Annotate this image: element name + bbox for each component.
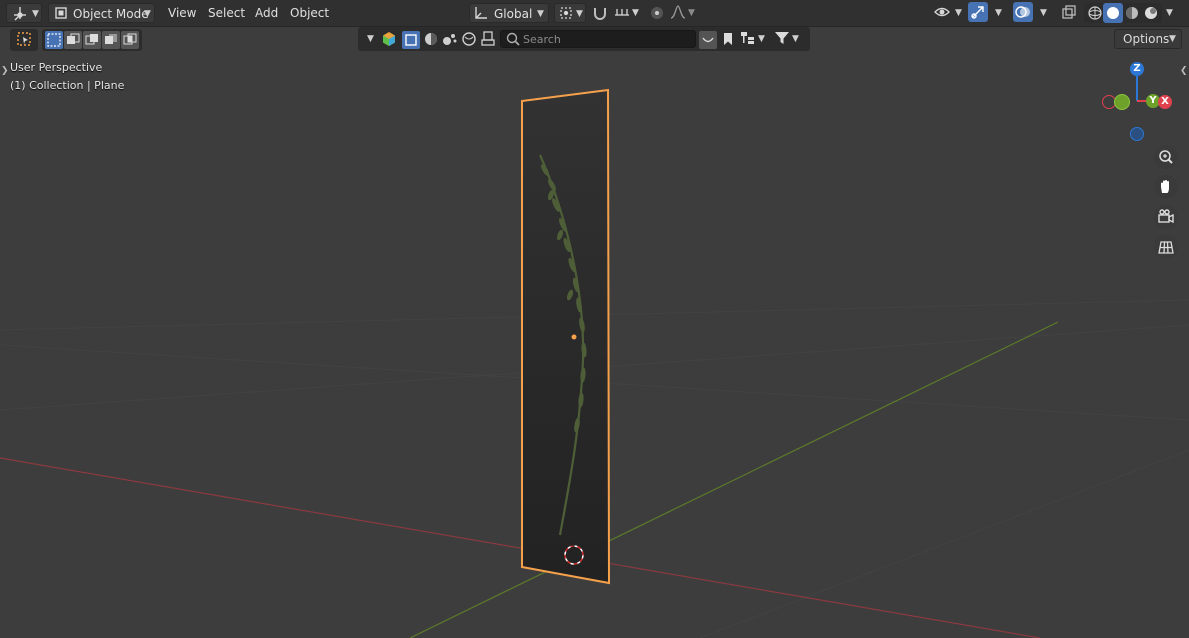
- types-expand-caret[interactable]: ▼: [367, 34, 374, 44]
- xray-icon[interactable]: [1059, 3, 1079, 23]
- object-types-icon[interactable]: [379, 29, 399, 49]
- collection-label: (1) Collection | Plane: [10, 79, 125, 92]
- gizmo-x-axis[interactable]: X: [1158, 95, 1172, 109]
- visibility-dropdown[interactable]: ▼: [932, 3, 966, 23]
- snap-icon[interactable]: [590, 3, 610, 23]
- snap-increment-icon: [612, 2, 632, 22]
- shading-options-caret[interactable]: ▼: [1166, 8, 1173, 18]
- menu-view[interactable]: View: [162, 3, 202, 23]
- gizmo-toggle[interactable]: ▼: [968, 2, 1008, 23]
- select-intersect-button[interactable]: [121, 31, 139, 49]
- select-difference-button[interactable]: [102, 31, 120, 49]
- overlay-icon: [1013, 2, 1033, 22]
- perspective-label: User Perspective: [10, 61, 103, 74]
- proportional-edit-icon[interactable]: [647, 3, 667, 23]
- filter-exact-match-button[interactable]: [699, 31, 717, 49]
- orientation-axes-icon: [471, 3, 491, 23]
- object-mode-icon: [51, 3, 71, 23]
- falloff-curve-icon: [668, 2, 688, 22]
- shading-material-icon[interactable]: [1122, 3, 1142, 23]
- search-input[interactable]: [523, 31, 691, 47]
- editor-type-icon: [10, 3, 30, 23]
- bookmark-icon[interactable]: [718, 29, 738, 49]
- gizmo-neg-y-axis[interactable]: [1114, 94, 1130, 110]
- x-axis-line: [0, 457, 1041, 638]
- filter-world-icon[interactable]: [459, 29, 479, 49]
- sidebar-expand-arrow[interactable]: ❮: [1180, 66, 1188, 76]
- transform-pivot-icon: [556, 3, 576, 23]
- search-field[interactable]: [500, 30, 696, 48]
- filter-material-icon[interactable]: [421, 29, 441, 49]
- gizmo-z-axis[interactable]: Z: [1130, 62, 1144, 76]
- menu-object[interactable]: Object: [284, 3, 335, 23]
- tool-settings-row: ▼ ▼ ▼: [0, 26, 1189, 52]
- orthographic-grid-icon: [1154, 241, 1178, 262]
- selected-plane-object[interactable]: [521, 88, 611, 585]
- snap-target-dropdown[interactable]: ▼: [612, 3, 642, 23]
- options-label: Options: [1123, 32, 1170, 46]
- viewport-header: ▼ Object Mode ▼ View Select Add Object G…: [0, 0, 1189, 27]
- object-origin-dot: [571, 334, 577, 340]
- select-box-icon[interactable]: [14, 29, 34, 49]
- search-icon: [503, 29, 523, 49]
- overlay-toggle[interactable]: ▼: [1013, 2, 1053, 23]
- options-dropdown[interactable]: Options ▼: [1114, 29, 1182, 49]
- shading-wireframe-icon[interactable]: [1085, 3, 1105, 23]
- zoom-icon: [1154, 150, 1178, 172]
- shading-rendered-icon[interactable]: [1141, 3, 1161, 23]
- orientation-label: Global: [494, 7, 533, 21]
- select-new-button[interactable]: [45, 31, 63, 49]
- orthographic-toggle-button[interactable]: [1154, 235, 1178, 259]
- filter-brush-icon[interactable]: [478, 29, 498, 49]
- toolbar-expand-arrow[interactable]: ❯: [1, 66, 9, 76]
- mode-label: Object Mode: [73, 7, 149, 21]
- camera-view-icon: [1154, 209, 1178, 232]
- transform-orientation-dropdown[interactable]: Global ▼: [469, 3, 549, 23]
- select-extend-button[interactable]: [64, 31, 82, 49]
- filter-mesh-button[interactable]: [402, 31, 420, 49]
- filter-icon: [772, 28, 792, 48]
- 3d-viewport[interactable]: [0, 0, 1189, 638]
- pan-button[interactable]: [1154, 175, 1178, 199]
- camera-view-button[interactable]: [1154, 205, 1178, 229]
- pan-hand-icon: [1154, 180, 1178, 202]
- zoom-button[interactable]: [1154, 145, 1178, 169]
- gizmo-neg-z-axis[interactable]: [1130, 127, 1144, 141]
- filter-dropdown[interactable]: ▼: [772, 29, 802, 49]
- y-axis-line: [409, 321, 1059, 638]
- filter-particles-icon[interactable]: [440, 29, 460, 49]
- mode-dropdown[interactable]: Object Mode ▼: [48, 3, 155, 23]
- menu-select[interactable]: Select: [202, 3, 251, 23]
- proportional-falloff-dropdown[interactable]: ▼: [668, 3, 698, 23]
- transform-pivot-dropdown[interactable]: ▼: [554, 3, 586, 23]
- display-mode-dropdown[interactable]: ▼: [738, 29, 768, 49]
- select-subtract-button[interactable]: [83, 31, 101, 49]
- editor-type-dropdown[interactable]: ▼: [6, 3, 42, 23]
- gizmo-icon: [968, 2, 988, 22]
- shading-solid-icon[interactable]: [1103, 3, 1123, 23]
- viewport-canvas[interactable]: [0, 0, 1189, 638]
- menu-add[interactable]: Add: [249, 3, 284, 23]
- visibility-icon: [932, 2, 952, 22]
- hierarchy-icon: [738, 28, 758, 48]
